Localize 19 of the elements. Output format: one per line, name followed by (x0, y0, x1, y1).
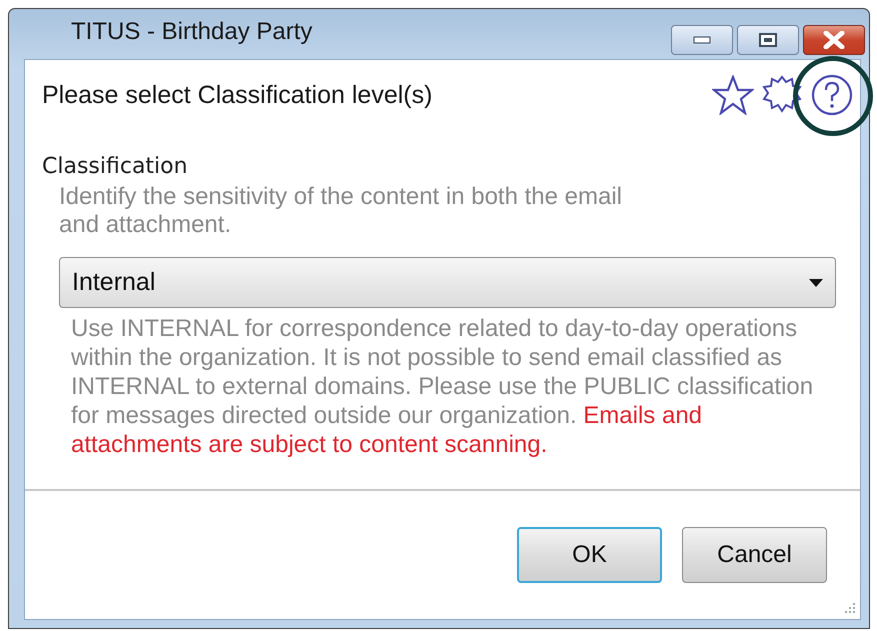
minimize-button[interactable] (671, 25, 733, 55)
maximize-button[interactable] (737, 25, 799, 55)
minimize-icon (693, 36, 711, 44)
gear-icon[interactable] (762, 75, 802, 115)
resize-grip-icon[interactable] (842, 601, 856, 615)
ok-button[interactable]: OK (517, 527, 662, 583)
classification-label: Classification (42, 154, 189, 179)
caret-icon (809, 278, 823, 286)
maximize-icon (759, 33, 777, 47)
close-button[interactable] (803, 25, 865, 55)
classification-dropdown[interactable]: Internal (59, 257, 836, 308)
cancel-button[interactable]: Cancel (682, 527, 827, 583)
window-title: TITUS - Birthday Party (71, 18, 314, 46)
close-icon (823, 31, 845, 49)
description-text: Use INTERNAL for correspondence related to day-to-day operations within the organization. It is not possible to send email classified as INTERNAL to external domains. Please use the PUBLIC classification for messages directed outside our organization. Emails and attachments are subject to content scanning. (71, 314, 814, 459)
star-icon[interactable] (712, 75, 754, 115)
prompt-text: Please select Classification level(s) (42, 80, 434, 110)
help-icon[interactable] (810, 73, 854, 117)
hint-text: Identify the sensitivity of the content in both the email and attachment. (59, 183, 623, 239)
